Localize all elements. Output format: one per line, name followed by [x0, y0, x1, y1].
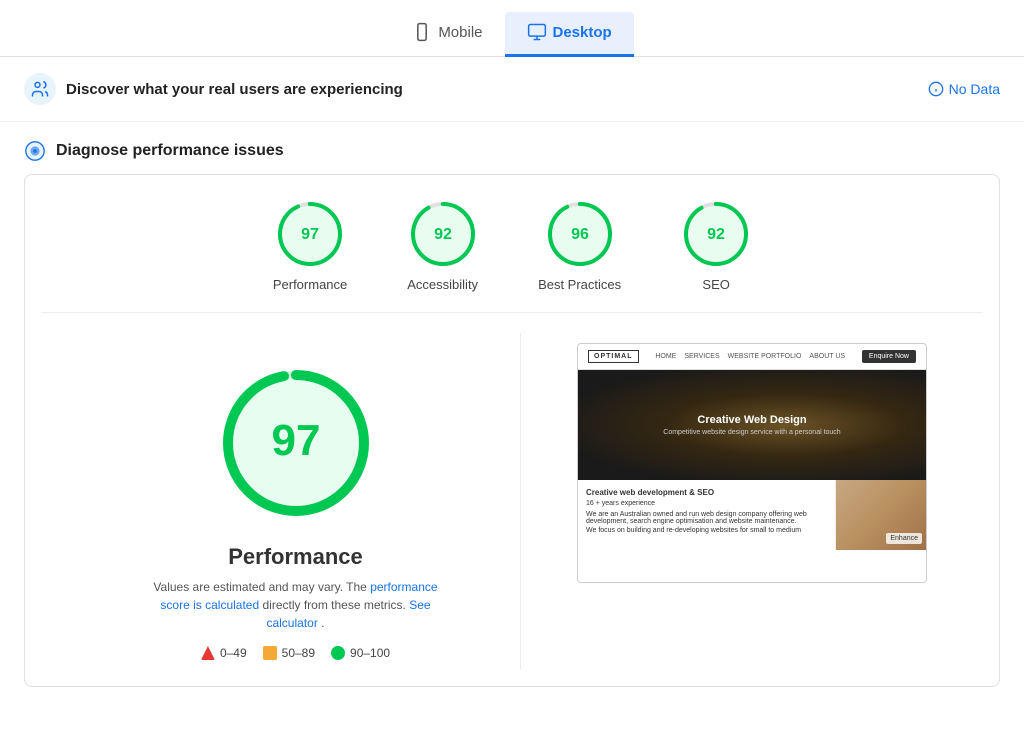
preview-cta-button: Enquire Now — [862, 350, 916, 363]
svg-text:92: 92 — [434, 226, 452, 243]
nav-home: HOME — [655, 353, 676, 360]
preview-hero-title: Creative Web Design — [663, 414, 840, 426]
score-item-seo[interactable]: 92 SEO — [681, 199, 751, 292]
desktop-icon — [527, 22, 547, 42]
nav-portfolio: WEBSITE PORTFOLIO — [728, 353, 802, 360]
legend-average-icon — [263, 646, 277, 660]
legend-pass-icon — [331, 646, 345, 660]
legend-fail-icon — [201, 646, 215, 660]
detail-right: OPTIMAL HOME SERVICES WEBSITE PORTFOLIO … — [521, 333, 983, 670]
preview-logo: OPTIMAL — [588, 350, 639, 363]
score-circles-row: 97 Performance 92 Accessibility 96 — [41, 199, 983, 313]
preview-content-bold: Creative web development & SEO — [586, 488, 827, 497]
legend-fail-label: 0–49 — [220, 646, 247, 660]
desc-mid: directly from these metrics. — [262, 598, 405, 612]
tab-mobile[interactable]: Mobile — [390, 12, 504, 57]
preview-hero-text: Creative Web Design Competitive website … — [663, 414, 840, 436]
preview-content-line2: 16 + years experience — [586, 500, 827, 507]
svg-text:96: 96 — [571, 226, 589, 243]
diagnose-title: Diagnose performance issues — [56, 142, 284, 160]
score-item-performance[interactable]: 97 Performance — [273, 199, 347, 292]
preview-content-left: Creative web development & SEO 16 + year… — [578, 480, 836, 550]
preview-hero: Creative Web Design Competitive website … — [578, 370, 926, 480]
big-score-circle: 97 — [216, 363, 376, 526]
score-circle-seo: 92 — [681, 199, 751, 269]
preview-nav: HOME SERVICES WEBSITE PORTFOLIO ABOUT US — [655, 353, 845, 360]
desc-end: . — [321, 616, 324, 630]
preview-content: Creative web development & SEO 16 + year… — [578, 480, 926, 550]
svg-text:97: 97 — [271, 416, 320, 465]
users-icon — [30, 79, 50, 99]
legend-average-label: 50–89 — [282, 646, 315, 660]
legend-average: 50–89 — [263, 646, 315, 660]
score-label-accessibility: Accessibility — [407, 277, 478, 292]
score-circle-accessibility: 92 — [408, 199, 478, 269]
detail-left: 97 Performance Values are estimated and … — [41, 333, 521, 670]
score-label-seo: SEO — [702, 277, 729, 292]
score-circle-performance: 97 — [275, 199, 345, 269]
svg-text:92: 92 — [707, 226, 725, 243]
detail-area: 97 Performance Values are estimated and … — [41, 333, 983, 670]
no-data-button[interactable]: No Data — [928, 81, 1000, 97]
score-circle-best-practices: 96 — [545, 199, 615, 269]
nav-services: SERVICES — [684, 353, 719, 360]
info-icon — [928, 81, 944, 97]
preview-content-body2: We focus on building and re-developing w… — [586, 527, 827, 534]
score-item-accessibility[interactable]: 92 Accessibility — [407, 199, 478, 292]
preview-enhance-label: Enhance — [886, 533, 922, 544]
legend-pass: 90–100 — [331, 646, 390, 660]
tab-bar: Mobile Desktop — [0, 0, 1024, 57]
nav-about: ABOUT US — [809, 353, 845, 360]
score-card: 97 Performance 92 Accessibility 96 — [24, 174, 1000, 687]
preview-header: OPTIMAL HOME SERVICES WEBSITE PORTFOLIO … — [578, 344, 926, 370]
big-score-description: Values are estimated and may vary. The p… — [146, 578, 446, 632]
score-item-best-practices[interactable]: 96 Best Practices — [538, 199, 621, 292]
preview-hero-subtitle: Competitive website design service with … — [663, 429, 840, 436]
svg-text:97: 97 — [301, 226, 319, 243]
page-wrapper: Mobile Desktop Discover what you — [0, 0, 1024, 735]
discover-title: Discover what your real users are experi… — [66, 81, 403, 98]
score-label-best-practices: Best Practices — [538, 277, 621, 292]
tab-desktop-label: Desktop — [553, 24, 612, 41]
big-circle-svg: 97 — [216, 363, 376, 523]
desc-start: Values are estimated and may vary. The — [153, 580, 366, 594]
diagnose-section: Diagnose performance issues — [0, 122, 1024, 170]
diagnose-icon — [24, 140, 46, 162]
discover-left: Discover what your real users are experi… — [24, 73, 403, 105]
preview-content-body: We are an Australian owned and run web d… — [586, 511, 827, 525]
tab-mobile-label: Mobile — [438, 24, 482, 41]
discover-section: Discover what your real users are experi… — [0, 57, 1024, 122]
preview-content-right: Enhance — [836, 480, 926, 550]
tab-desktop[interactable]: Desktop — [505, 12, 634, 57]
discover-icon — [24, 73, 56, 105]
legend-pass-label: 90–100 — [350, 646, 390, 660]
no-data-label: No Data — [949, 81, 1000, 97]
mobile-icon — [412, 22, 432, 42]
score-label-performance: Performance — [273, 277, 347, 292]
legend-fail: 0–49 — [201, 646, 247, 660]
big-score-label: Performance — [228, 544, 363, 570]
screenshot-preview: OPTIMAL HOME SERVICES WEBSITE PORTFOLIO … — [577, 343, 927, 583]
legend-row: 0–49 50–89 90–100 — [201, 646, 390, 660]
